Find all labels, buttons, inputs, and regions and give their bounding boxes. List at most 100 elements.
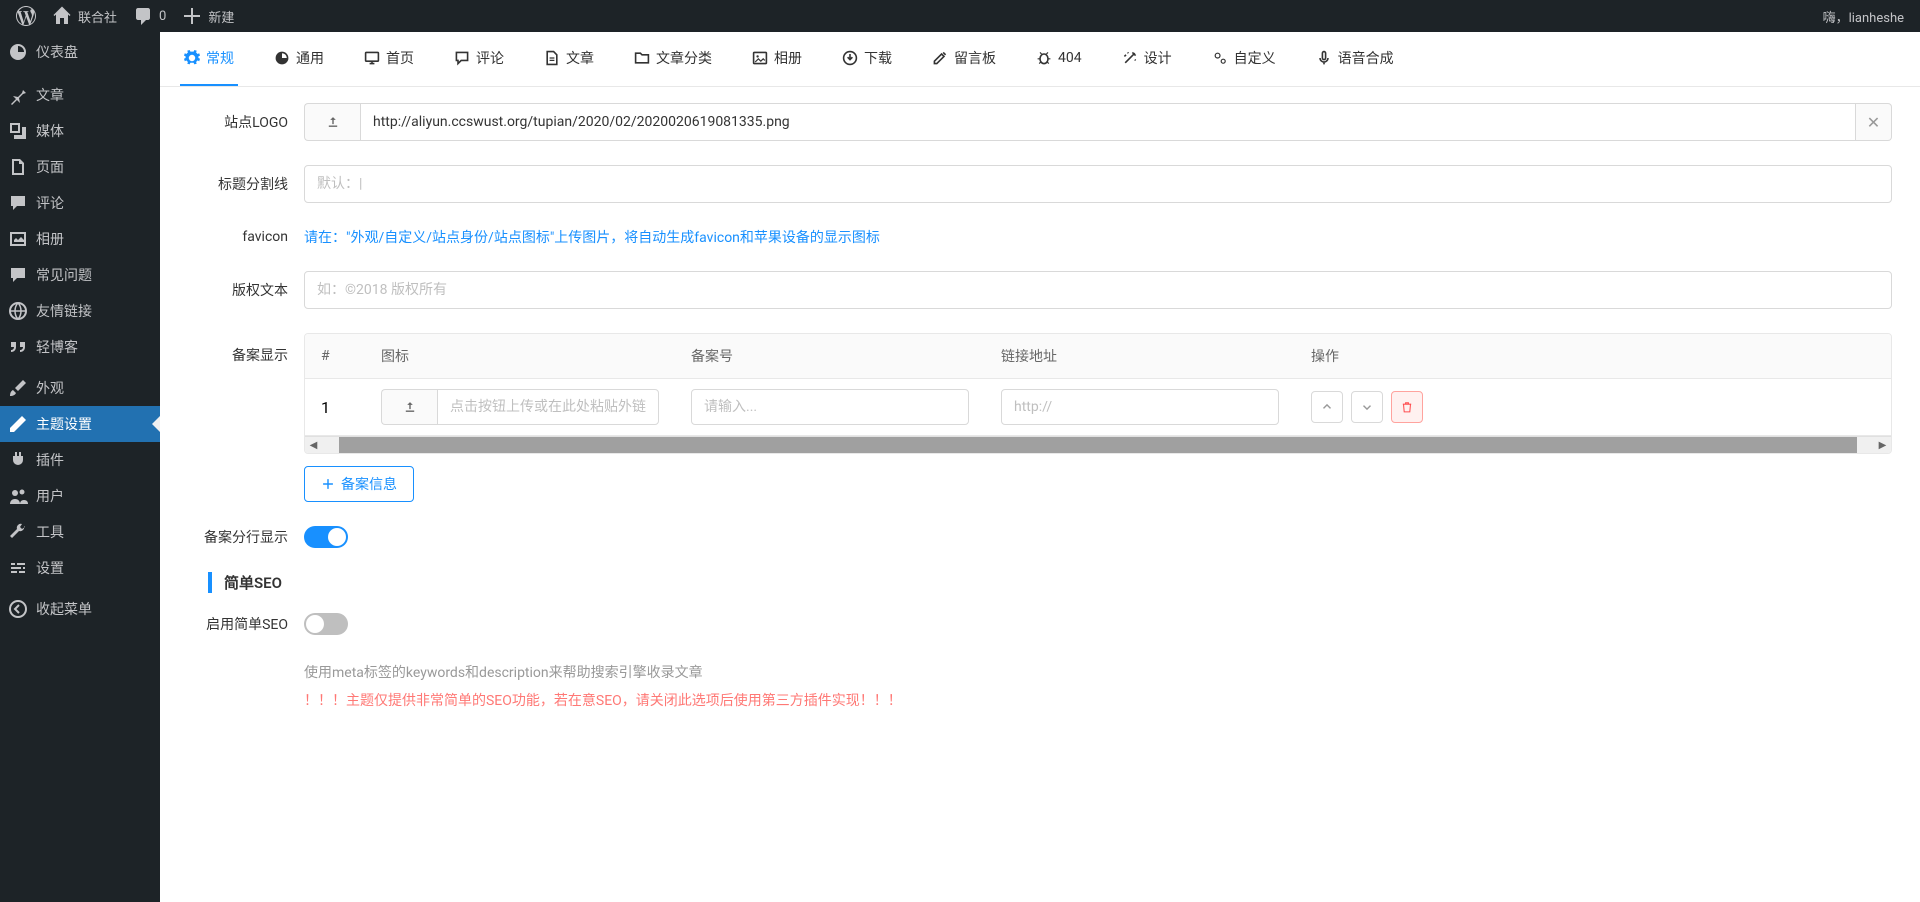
tab-speech[interactable]: 语音合成: [1312, 32, 1398, 86]
media-icon: [8, 121, 28, 141]
tab-general[interactable]: 常规: [180, 32, 238, 86]
row-icon-upload[interactable]: [381, 389, 437, 425]
scroll-right[interactable]: ▶: [1874, 437, 1891, 454]
main-content: 常规 通用 首页 评论 文章 文章分类 相册 下载 留言板 404 设计 自定义…: [160, 32, 1920, 902]
globe-icon: [8, 301, 28, 321]
row-move-down[interactable]: [1351, 391, 1383, 423]
wp-logo[interactable]: [8, 0, 44, 32]
site-home-link[interactable]: 联合社: [44, 0, 125, 32]
dashboard-icon: [274, 50, 290, 66]
table-hscroll[interactable]: ◀ ▶: [305, 436, 1891, 453]
row-icon-input[interactable]: [437, 389, 659, 425]
sidebar-tools[interactable]: 工具: [0, 514, 160, 550]
table-row: 1: [305, 379, 1891, 436]
trash-icon: [1400, 400, 1414, 414]
tab-posts[interactable]: 文章: [540, 32, 598, 86]
seo-desc1: 使用meta标签的keywords和description来帮助搜索引擎收录文章: [304, 659, 1892, 687]
sidebar-collapse[interactable]: 收起菜单: [0, 591, 160, 627]
tab-404[interactable]: 404: [1032, 32, 1086, 86]
gallery-icon: [8, 229, 28, 249]
chat-icon: [454, 50, 470, 66]
filing-multiline-toggle[interactable]: [304, 526, 348, 548]
sidebar-plugins[interactable]: 插件: [0, 442, 160, 478]
seo-enable-label: 启用简单SEO: [188, 614, 288, 634]
sidebar-settings[interactable]: 设置: [0, 550, 160, 586]
sliders-icon: [8, 558, 28, 578]
mic-icon: [1316, 50, 1332, 66]
chevron-up-icon: [1320, 400, 1334, 414]
favicon-label: favicon: [188, 229, 288, 245]
tab-guestbook[interactable]: 留言板: [928, 32, 1000, 86]
brush-icon: [8, 378, 28, 398]
home-icon: [52, 6, 72, 26]
title-sep-label: 标题分割线: [188, 174, 288, 194]
edit-icon: [932, 50, 948, 66]
folder-icon: [634, 50, 650, 66]
sidebar-users[interactable]: 用户: [0, 478, 160, 514]
seo-enable-toggle[interactable]: [304, 613, 348, 635]
image-icon: [752, 50, 768, 66]
gear-icon: [184, 50, 200, 66]
comment-icon: [8, 193, 28, 213]
comments-link[interactable]: 0: [125, 0, 174, 32]
tab-design[interactable]: 设计: [1118, 32, 1176, 86]
comments-count: 0: [159, 9, 166, 24]
row-no-input[interactable]: [691, 389, 969, 425]
copyright-label: 版权文本: [188, 280, 288, 300]
logo-clear-button[interactable]: ✕: [1856, 103, 1892, 141]
col-icon: 图标: [365, 334, 675, 379]
gears-icon: [1212, 50, 1228, 66]
users-icon: [8, 486, 28, 506]
new-content-link[interactable]: 新建: [174, 0, 242, 32]
seo-desc2: ！！！主题仅提供非常简单的SEO功能，若在意SEO，请关闭此选项后使用第三方插件…: [304, 687, 1892, 715]
sidebar-pages[interactable]: 页面: [0, 149, 160, 185]
file-icon: [544, 50, 560, 66]
monitor-icon: [364, 50, 380, 66]
tab-customize[interactable]: 自定义: [1208, 32, 1280, 86]
pin-icon: [8, 85, 28, 105]
filing-table: # 图标 备案号 链接地址 操作 1: [304, 333, 1892, 454]
sidebar-links[interactable]: 友情链接: [0, 293, 160, 329]
comment-icon: [8, 265, 28, 285]
bug-icon: [1036, 50, 1052, 66]
sidebar-dashboard[interactable]: 仪表盘: [0, 32, 160, 72]
sidebar-comments[interactable]: 评论: [0, 185, 160, 221]
tab-common[interactable]: 通用: [270, 32, 328, 86]
row-move-up[interactable]: [1311, 391, 1343, 423]
title-sep-input[interactable]: [304, 165, 1892, 203]
tab-gallery[interactable]: 相册: [748, 32, 806, 86]
admin-bar: 联合社 0 新建 嗨，lianheshe: [0, 0, 1920, 32]
filing-label: 备案显示: [188, 333, 288, 365]
logo-input[interactable]: [360, 103, 1856, 141]
dashboard-icon: [8, 42, 28, 62]
copyright-input[interactable]: [304, 271, 1892, 309]
plug-icon: [8, 450, 28, 470]
add-filing-button[interactable]: 备案信息: [304, 466, 414, 502]
tab-comments[interactable]: 评论: [450, 32, 508, 86]
sidebar-qingblog[interactable]: 轻博客: [0, 329, 160, 365]
plus-icon: [182, 6, 202, 26]
wrench-icon: [8, 522, 28, 542]
col-link: 链接地址: [985, 334, 1295, 379]
settings-tabs: 常规 通用 首页 评论 文章 文章分类 相册 下载 留言板 404 设计 自定义…: [160, 32, 1920, 87]
sidebar-theme-settings[interactable]: 主题设置: [0, 406, 160, 442]
download-icon: [842, 50, 858, 66]
plus-icon: [321, 477, 335, 491]
logo-label: 站点LOGO: [188, 112, 288, 132]
user-greeting[interactable]: 嗨，lianheshe: [1823, 7, 1912, 26]
row-link-input[interactable]: [1001, 389, 1279, 425]
tab-download[interactable]: 下载: [838, 32, 896, 86]
sidebar-faq[interactable]: 常见问题: [0, 257, 160, 293]
row-delete[interactable]: [1391, 391, 1423, 423]
logo-upload-button[interactable]: [304, 103, 360, 141]
tab-home[interactable]: 首页: [360, 32, 418, 86]
sidebar-appearance[interactable]: 外观: [0, 370, 160, 406]
sidebar-media[interactable]: 媒体: [0, 113, 160, 149]
wordpress-icon: [16, 6, 36, 26]
upload-icon: [403, 400, 417, 414]
sidebar-posts[interactable]: 文章: [0, 77, 160, 113]
scroll-left[interactable]: ◀: [305, 437, 322, 454]
tab-category[interactable]: 文章分类: [630, 32, 716, 86]
sidebar-gallery[interactable]: 相册: [0, 221, 160, 257]
collapse-icon: [8, 599, 28, 619]
